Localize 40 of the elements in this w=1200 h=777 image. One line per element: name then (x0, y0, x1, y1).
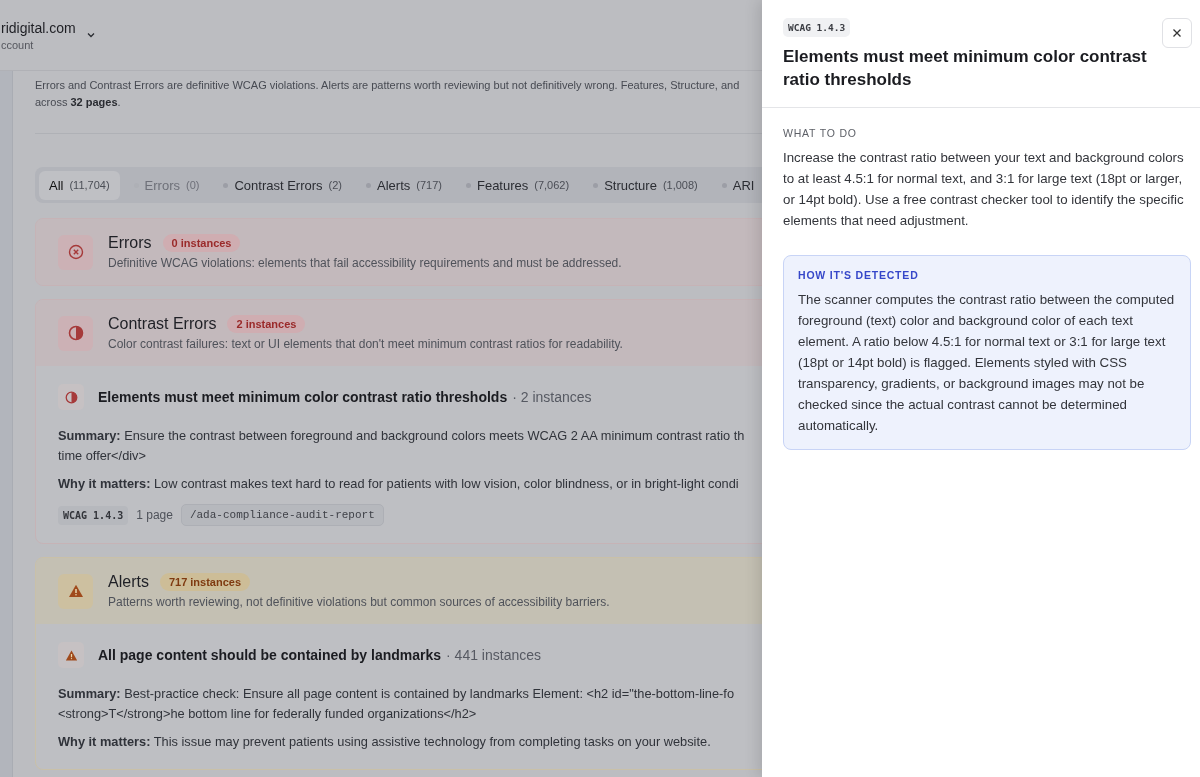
instance-badge: 0 instances (162, 234, 241, 252)
category-title: Errors (108, 234, 152, 252)
instance-badge: 717 instances (159, 573, 251, 591)
half-circle-icon (67, 325, 84, 341)
chevron-down-icon[interactable] (85, 30, 96, 40)
filter-tab[interactable]: Features (7,062) (455, 170, 580, 200)
category-description: Color contrast failures: text or UI elements that don't meet minimum contrast ratios for readability. (108, 337, 623, 351)
x-circle-icon (67, 244, 84, 260)
section-text: The scanner computes the contrast ratio between the computed foreground (text) color and background color of each text element. A ratio below 4.5:1 for normal text or 3:1 for large text (18pt or 14pt bold) is flagged. Elements styled with CSS transparency, gradients, or background images may not be checked since the actual contrast cannot be determined automatically. (798, 291, 1176, 435)
section-heading: WHAT TO DO (783, 127, 858, 139)
account-subtitle: ccount (1, 38, 35, 51)
filter-tab[interactable]: Alerts (717) (356, 170, 452, 200)
filter-tab[interactable]: Contrast Errors (2) (213, 170, 353, 200)
wcag-tag: WCAG 1.4.3 (58, 505, 129, 525)
warning-icon (67, 583, 84, 599)
rule-title[interactable]: Elements must meet minimum color contrast ratio thresholds (98, 389, 508, 405)
rule-why-it-matters: Why it matters: This issue may prevent patients using assistive technology from completing tasks on your website. (58, 733, 711, 751)
rule-summary: Summary: Best-practice check: Ensure all page content is contained by landmarks Element: <h2 id="the-bottom-line-fo <strong>T</strong>he bottom line for federally funded organizations</h2> (58, 685, 735, 723)
section-heading: HOW IT'S DETECTED (798, 269, 920, 281)
page-count: 1 page (136, 508, 173, 522)
wcag-tag: WCAG 1.4.3 (783, 18, 851, 37)
drawer-title: Elements must meet minimum color contrast ratio thresholds (783, 46, 1148, 91)
close-icon (1172, 28, 1182, 38)
rule-summary: Summary: Ensure the contrast between foreground and background colors meets WCAG 2 AA minimum contrast ratio th time offer</div> (58, 427, 745, 465)
category-description: Definitive WCAG violations: elements that fail accessibility requirements and must be addressed. (108, 256, 622, 270)
category-title: Contrast Errors (108, 315, 217, 333)
rule-title[interactable]: All page content should be contained by landmarks (98, 647, 442, 663)
page-url-tag[interactable]: /ada-compliance-audit-report (180, 504, 384, 526)
instance-badge: 2 instances (227, 315, 306, 333)
warning-icon (64, 648, 78, 662)
half-circle-icon (64, 390, 78, 404)
instance-count: · 2 instances (512, 389, 592, 405)
category-description: Patterns worth reviewing, not definitive violations but common sources of accessibility barriers. (108, 595, 610, 609)
section-text: Increase the contrast ratio between your text and background colors to at least 4.5:1 for normal text, and 3:1 for large text (18pt or larger, or 14pt bold). Use a free contrast checker tool to identify the specific elements that need adjustment. (783, 149, 1185, 230)
filter-tab[interactable]: All (11,704) (39, 170, 120, 200)
account-name[interactable]: ridigital.com (1, 19, 76, 36)
instance-count: · 441 instances (446, 647, 541, 663)
category-title: Alerts (108, 573, 149, 591)
rule-why-it-matters: Why it matters: Low contrast makes text hard to read for patients with low vision, color blindness, or in bright-light condi (58, 475, 739, 493)
filter-tab[interactable]: Structure (1,008) (583, 170, 708, 200)
